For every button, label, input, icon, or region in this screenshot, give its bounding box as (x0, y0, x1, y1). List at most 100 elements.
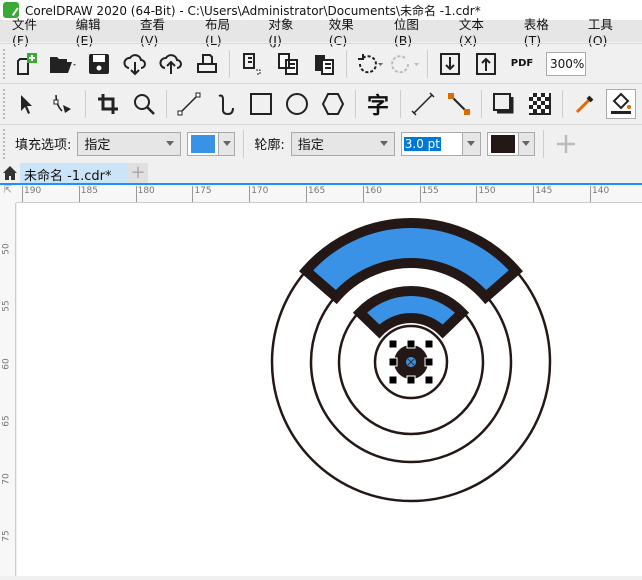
large-wifi-arc[interactable] (299, 218, 523, 305)
ruler-tick-label: 145 (533, 186, 552, 202)
separator (85, 89, 86, 118)
chevron-down-icon (379, 141, 388, 146)
toolbar-grip[interactable] (3, 88, 9, 119)
polygon-tool-icon[interactable] (318, 89, 348, 119)
ruler-tick-label: 165 (306, 186, 325, 202)
outline-type-dropdown[interactable]: 指定 (290, 131, 395, 156)
chevron-down-icon (222, 141, 231, 146)
ruler-tick-label: 55 (1, 300, 12, 313)
fill-type-dropdown[interactable]: 指定 (77, 131, 182, 156)
text-tool-icon[interactable]: 字 (363, 89, 393, 119)
chevron-down-icon (522, 141, 531, 146)
drop-shadow-icon[interactable] (489, 89, 519, 119)
zoom-tool-icon[interactable] (129, 89, 159, 119)
fill-color-picker[interactable] (187, 131, 236, 156)
fill-options-label: 填充选项: (15, 138, 72, 153)
ruler-tick-label: 160 (362, 186, 382, 202)
ruler-tick-label: 60 (1, 358, 12, 370)
vertical-ruler[interactable]: 50 55 60 65 70 75 (0, 203, 16, 576)
toolbar-grip[interactable] (3, 48, 9, 79)
rectangle-tool-icon[interactable] (246, 89, 276, 119)
undo-icon[interactable] (354, 49, 384, 79)
horizontal-ruler[interactable]: 190 185 180 175 170 165 160 155 150 145 140 (16, 185, 642, 203)
drawing-canvas[interactable] (17, 203, 642, 576)
ruler-tick-label: 70 (1, 472, 12, 485)
eyedropper-icon[interactable] (570, 89, 600, 119)
new-document-icon[interactable] (12, 49, 42, 79)
pick-tool-icon[interactable] (12, 89, 42, 119)
outline-width-field[interactable]: 3.0 pt (400, 131, 481, 156)
freehand-tool-icon[interactable] (174, 89, 204, 119)
ruler-tick-label: 190 (22, 186, 41, 202)
publish-pdf-icon[interactable]: PDF (507, 49, 537, 79)
import-icon[interactable] (435, 49, 465, 79)
fill-type-value: 指定 (84, 138, 111, 153)
ruler-tick-label: 185 (78, 186, 98, 202)
selection-handle[interactable] (388, 375, 398, 385)
ruler-tick-label: 65 (1, 415, 12, 427)
document-tab-bar: 未命名 -1.cdr* + (0, 163, 642, 185)
outline-label: 轮廓: (254, 138, 285, 153)
selection-handle[interactable] (424, 357, 434, 367)
separator (346, 49, 347, 78)
redo-icon[interactable] (390, 49, 420, 79)
selection-handle[interactable] (388, 339, 398, 349)
ruler-tick-label: 75 (1, 530, 12, 542)
transparency-icon[interactable] (525, 89, 555, 119)
separator (427, 49, 428, 78)
outline-type-value: 指定 (297, 138, 324, 153)
menu-bar: 文件(F) 编辑(E) 查看(V) 布局(L) 对象(J) 效果(C) 位图(B… (0, 17, 642, 48)
print-icon[interactable] (192, 49, 222, 79)
chevron-down-icon (166, 141, 175, 146)
tab-document[interactable]: 未命名 -1.cdr* (20, 163, 128, 184)
outline-color-picker[interactable] (486, 131, 535, 156)
selection-handle[interactable] (424, 375, 434, 385)
ruler-tick-label: 175 (192, 186, 212, 202)
selection-handle[interactable] (406, 339, 416, 349)
ruler-tick-label: 150 (476, 186, 496, 202)
interactive-fill-icon[interactable] (606, 88, 636, 119)
outline-width-value: 3.0 pt (403, 136, 442, 151)
crop-tool-icon[interactable] (93, 89, 123, 119)
pdf-label: PDF (510, 57, 534, 69)
add-tab-button[interactable]: + (128, 163, 148, 183)
selection-handle[interactable] (424, 339, 434, 349)
separator (355, 89, 356, 118)
ruler-tick-label: 140 (590, 186, 609, 202)
ruler-tick-label: 50 (1, 243, 12, 255)
outline-color-swatch (490, 134, 515, 153)
artistic-media-icon[interactable] (210, 89, 240, 119)
standard-toolbar: PDF 300% (0, 43, 642, 83)
dimension-tool-icon[interactable] (408, 89, 438, 119)
copy-icon[interactable] (273, 49, 303, 79)
ruler-tick-label: 170 (249, 186, 268, 202)
cut-icon[interactable] (237, 49, 267, 79)
separator (400, 89, 401, 118)
separator (166, 89, 167, 118)
export-icon[interactable] (471, 49, 501, 79)
selection-handle[interactable] (388, 357, 398, 367)
ruler-tick-label: 155 (419, 186, 439, 202)
open-folder-icon[interactable] (48, 49, 78, 79)
chevron-down-icon (467, 141, 476, 146)
separator (562, 89, 563, 118)
toolbar-grip[interactable] (3, 128, 9, 159)
connector-tool-icon[interactable] (444, 89, 474, 119)
ellipse-tool-icon[interactable] (282, 89, 312, 119)
selection-handle[interactable] (406, 375, 416, 385)
export-cloud-icon[interactable] (156, 49, 186, 79)
toolbox: 字 (0, 83, 642, 123)
paste-icon[interactable] (309, 49, 339, 79)
zoom-level-field[interactable]: 300% (546, 51, 586, 76)
add-preset-icon[interactable] (551, 129, 581, 159)
fill-color-swatch (191, 134, 216, 153)
import-cloud-icon[interactable] (120, 49, 150, 79)
ruler-tick-label: 180 (135, 186, 155, 202)
separator (229, 49, 230, 78)
separator (481, 89, 482, 118)
separator (542, 129, 544, 158)
shape-tool-icon[interactable] (48, 89, 78, 119)
ruler-origin-icon[interactable]: ⇱ (0, 185, 16, 203)
home-icon[interactable] (0, 163, 20, 183)
save-icon[interactable] (84, 49, 114, 79)
